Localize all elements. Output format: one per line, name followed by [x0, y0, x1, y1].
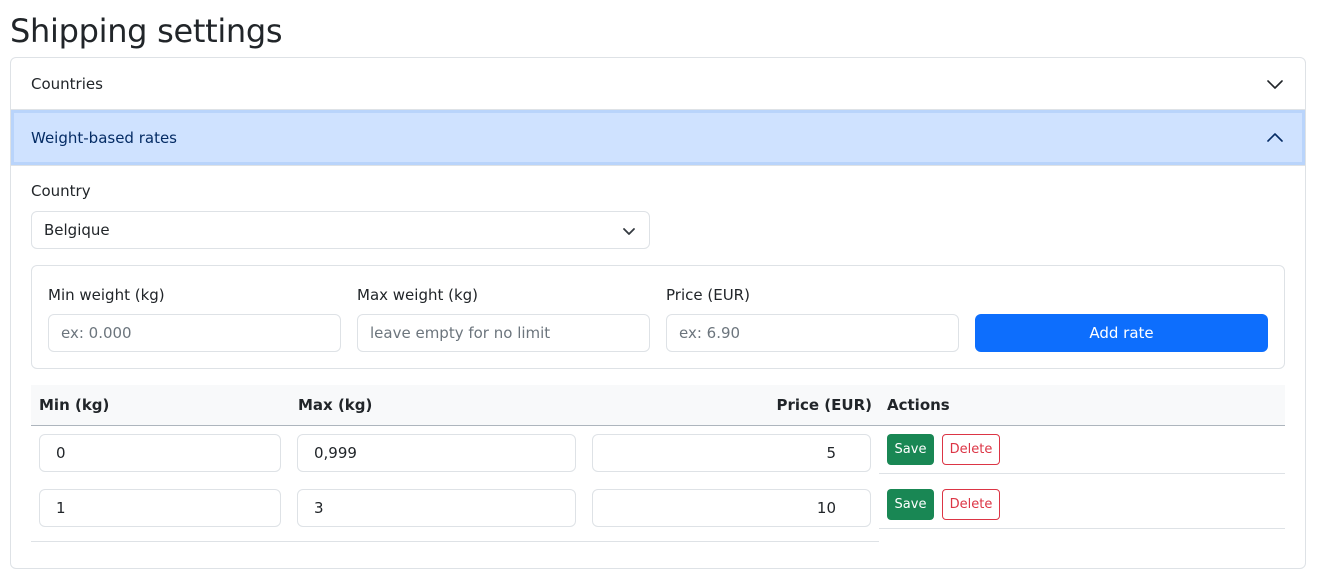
save-button[interactable]: Save: [887, 489, 934, 520]
min-weight-label: Min weight (kg): [48, 286, 165, 304]
column-header-actions: Actions: [887, 396, 950, 414]
max-weight-input[interactable]: [357, 314, 650, 352]
row-max-input[interactable]: [297, 434, 576, 472]
country-select[interactable]: Belgique: [31, 211, 650, 249]
column-header-price: Price (EUR): [776, 396, 872, 414]
max-weight-label: Max weight (kg): [357, 286, 479, 304]
min-weight-input[interactable]: [48, 314, 341, 352]
row-price-input[interactable]: [592, 489, 871, 527]
page-title: Shipping settings: [10, 12, 283, 50]
country-select-value: Belgique: [44, 221, 110, 239]
add-rate-form: Min weight (kg) Max weight (kg) Price (E…: [31, 265, 1285, 369]
row-divider: [879, 528, 1285, 529]
delete-button[interactable]: Delete: [942, 489, 1000, 520]
chevron-up-icon: [1265, 128, 1285, 148]
delete-button[interactable]: Delete: [942, 434, 1000, 465]
save-button[interactable]: Save: [887, 434, 934, 465]
row-min-input[interactable]: [39, 489, 281, 527]
table-header: Min (kg) Max (kg) Price (EUR) Actions: [31, 385, 1285, 426]
accordion-header-countries[interactable]: Countries: [11, 58, 1305, 110]
accordion-header-countries-label: Countries: [31, 74, 103, 93]
chevron-down-icon: [1265, 74, 1285, 94]
chevron-down-icon: [621, 223, 637, 239]
row-price-input[interactable]: [592, 434, 871, 472]
add-rate-button[interactable]: Add rate: [975, 314, 1268, 352]
column-header-min: Min (kg): [39, 396, 110, 414]
column-header-max: Max (kg): [298, 396, 373, 414]
row-max-input[interactable]: [297, 489, 576, 527]
accordion-header-weight-rates-label: Weight-based rates: [31, 128, 178, 147]
row-min-input[interactable]: [39, 434, 281, 472]
row-divider: [31, 541, 879, 542]
table-row: Save Delete: [31, 481, 1285, 542]
shipping-accordion: Countries Weight-based rates Country Bel…: [10, 57, 1306, 569]
row-divider: [879, 473, 1285, 474]
table-row: Save Delete: [31, 426, 1285, 481]
country-label: Country: [31, 182, 91, 200]
price-label: Price (EUR): [666, 286, 750, 304]
price-input[interactable]: [666, 314, 959, 352]
accordion-header-weight-rates[interactable]: Weight-based rates: [11, 110, 1305, 166]
